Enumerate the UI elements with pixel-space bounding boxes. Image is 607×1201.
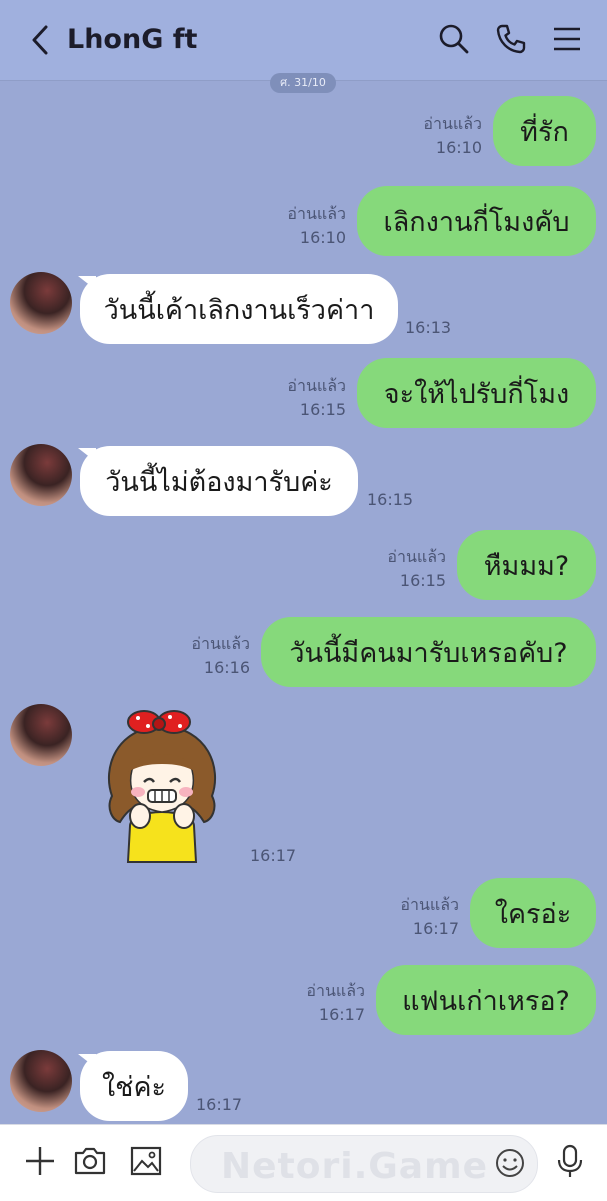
message-text: วันนี้เค้าเลิกงานเร็วค่าา bbox=[103, 294, 375, 326]
avatar[interactable] bbox=[10, 1050, 72, 1112]
outgoing-message-bubble[interactable]: จะให้ไปรับกี่โมง bbox=[357, 358, 596, 428]
read-receipt: อ่านแล้ว bbox=[423, 114, 482, 133]
date-separator: ศ. 31/10 bbox=[270, 73, 336, 93]
incoming-message-bubble[interactable]: วันนี้ไม่ต้องมารับค่ะ bbox=[80, 446, 358, 516]
avatar[interactable] bbox=[10, 444, 72, 506]
chevron-left-icon[interactable] bbox=[26, 22, 56, 58]
outgoing-message-bubble[interactable]: หืมมม? bbox=[457, 530, 596, 600]
incoming-message-bubble[interactable]: ใช่ค่ะ bbox=[80, 1051, 188, 1121]
message-input-box[interactable]: Netori.Game bbox=[190, 1135, 538, 1193]
message-text: หืมมม? bbox=[483, 550, 570, 582]
avatar[interactable] bbox=[10, 272, 72, 334]
read-receipt: อ่านแล้ว bbox=[287, 204, 346, 223]
microphone-icon[interactable] bbox=[552, 1143, 588, 1179]
incoming-message-bubble[interactable]: วันนี้เค้าเลิกงานเร็วค่าา bbox=[80, 274, 398, 344]
search-icon[interactable] bbox=[437, 22, 471, 56]
menu-icon[interactable] bbox=[550, 22, 584, 56]
message-meta: อ่านแล้ว 16:15 bbox=[287, 374, 346, 422]
message-text: จะให้ไปรับกี่โมง bbox=[383, 378, 570, 410]
message-meta: อ่านแล้ว 16:10 bbox=[423, 112, 482, 160]
message-time: 16:10 bbox=[435, 138, 482, 157]
message-text: วันนี้ไม่ต้องมารับค่ะ bbox=[105, 466, 333, 498]
outgoing-message-bubble[interactable]: เลิกงานกี่โมงคับ bbox=[357, 186, 596, 256]
read-receipt: อ่านแล้ว bbox=[306, 981, 365, 1000]
plus-icon[interactable] bbox=[22, 1143, 58, 1179]
message-meta: อ่านแล้ว 16:10 bbox=[287, 202, 346, 250]
message-time: 16:10 bbox=[299, 228, 346, 247]
camera-icon[interactable] bbox=[72, 1143, 108, 1179]
outgoing-message-bubble[interactable]: ที่รัก bbox=[493, 96, 596, 166]
message-meta: อ่านแล้ว 16:16 bbox=[191, 632, 250, 680]
message-input[interactable] bbox=[209, 1144, 483, 1186]
read-receipt: อ่านแล้ว bbox=[400, 895, 459, 914]
message-text: ใครอ่ะ bbox=[494, 898, 572, 930]
message-time: 16:17 bbox=[318, 1005, 365, 1024]
message-time: 16:15 bbox=[399, 571, 446, 590]
image-icon[interactable] bbox=[128, 1143, 164, 1179]
outgoing-message-bubble[interactable]: วันนี้มีคนมารับเหรอคับ? bbox=[261, 617, 596, 687]
read-receipt: อ่านแล้ว bbox=[287, 376, 346, 395]
message-time: 16:15 bbox=[367, 490, 414, 509]
chat-header: LhonG ft bbox=[0, 0, 607, 81]
outgoing-message-bubble[interactable]: ใครอ่ะ bbox=[470, 878, 596, 948]
avatar[interactable] bbox=[10, 704, 72, 766]
message-text: ที่รัก bbox=[520, 116, 569, 148]
message-time: 16:15 bbox=[299, 400, 346, 419]
message-meta: อ่านแล้ว 16:17 bbox=[306, 979, 365, 1027]
girl-sticker[interactable] bbox=[92, 708, 232, 868]
phone-icon[interactable] bbox=[494, 22, 528, 56]
read-receipt: อ่านแล้ว bbox=[387, 547, 446, 566]
message-time: 16:16 bbox=[203, 658, 250, 677]
outgoing-message-bubble[interactable]: แฟนเก่าเหรอ? bbox=[376, 965, 596, 1035]
message-time: 16:13 bbox=[405, 318, 452, 337]
message-text: ใช่ค่ะ bbox=[101, 1071, 167, 1103]
chat-title: LhonG ft bbox=[67, 24, 198, 55]
message-text: แฟนเก่าเหรอ? bbox=[402, 985, 570, 1017]
message-time: 16:17 bbox=[412, 919, 459, 938]
emoji-icon[interactable] bbox=[493, 1146, 527, 1180]
read-receipt: อ่านแล้ว bbox=[191, 634, 250, 653]
composer-bar: Netori.Game bbox=[0, 1124, 607, 1201]
message-time: 16:17 bbox=[250, 846, 297, 865]
message-text: เลิกงานกี่โมงคับ bbox=[383, 206, 570, 238]
message-text: วันนี้มีคนมารับเหรอคับ? bbox=[289, 637, 568, 669]
message-meta: อ่านแล้ว 16:17 bbox=[400, 893, 459, 941]
message-time: 16:17 bbox=[196, 1095, 243, 1114]
message-meta: อ่านแล้ว 16:15 bbox=[387, 545, 446, 593]
